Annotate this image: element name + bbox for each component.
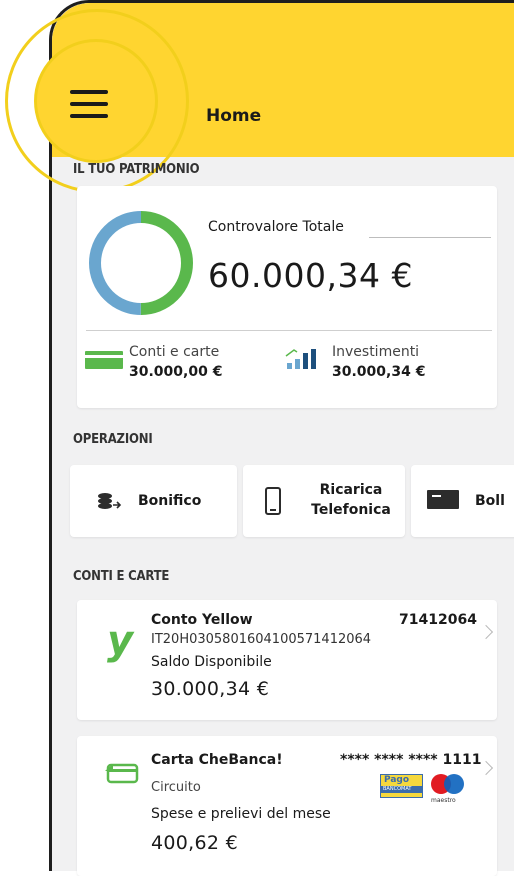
bonifico-label: Bonifico [138,493,202,509]
patrimonio-card[interactable]: Controvalore Totale 60.000,34 € Conti e … [77,186,497,408]
spend-value: 400,62 € [151,832,239,854]
investimenti-label: Investimenti [332,344,420,360]
balance-label: Saldo Disponibile [151,654,272,670]
conto-yellow-logo: y [107,618,134,664]
page-title: Home [206,106,262,126]
chevron-right-icon[interactable] [478,624,494,640]
hamburger-icon[interactable] [70,90,108,118]
donut-chart [89,211,193,315]
bill-icon [427,490,459,509]
balance-value: 30.000,34 € [151,678,270,700]
coins-transfer-icon [98,493,122,509]
card-name: Carta CheBanca! [151,752,283,768]
investimenti-value: 30.000,34 € [332,364,426,380]
card-icon [85,351,123,369]
total-label: Controvalore Totale [208,219,344,235]
divider [369,237,491,238]
operation-ricarica[interactable]: Ricarica Telefonica [243,465,405,537]
conti-value: 30.000,00 € [129,364,223,380]
total-value: 60.000,34 € [208,256,413,295]
section-label-conti-carte: CONTI E CARTE [73,569,170,584]
operation-bonifico[interactable]: Bonifico [70,465,237,537]
account-name: Conto Yellow [151,612,253,628]
pagobancomat-logo: Pago BANCOMAT [380,774,423,798]
card-number: **** **** **** 1111 [340,752,482,768]
card-icon [105,763,139,784]
spend-label: Spese e prelievi del mese [151,806,331,822]
ricarica-label: Ricarica Telefonica [311,482,391,518]
section-label-patrimonio: IL TUO PATRIMONIO [73,162,200,177]
phone-icon [265,487,281,515]
account-iban: IT20H0305801604100571412064 [151,632,372,647]
credit-card-card[interactable]: Carta CheBanca! **** **** **** 1111 Circ… [77,736,497,876]
bollettino-label: Boll [475,493,505,509]
account-card[interactable]: y Conto Yellow 71412064 IT20H03058016041… [77,600,497,720]
operation-bollettino[interactable]: Boll [411,465,514,537]
divider [86,330,492,331]
circuit-label: Circuito [151,780,201,795]
section-label-operazioni: OPERAZIONI [73,432,153,447]
maestro-logo: maestro [428,774,468,804]
chart-up-icon [285,349,316,369]
account-number: 71412064 [399,612,477,628]
conti-label: Conti e carte [129,344,220,360]
